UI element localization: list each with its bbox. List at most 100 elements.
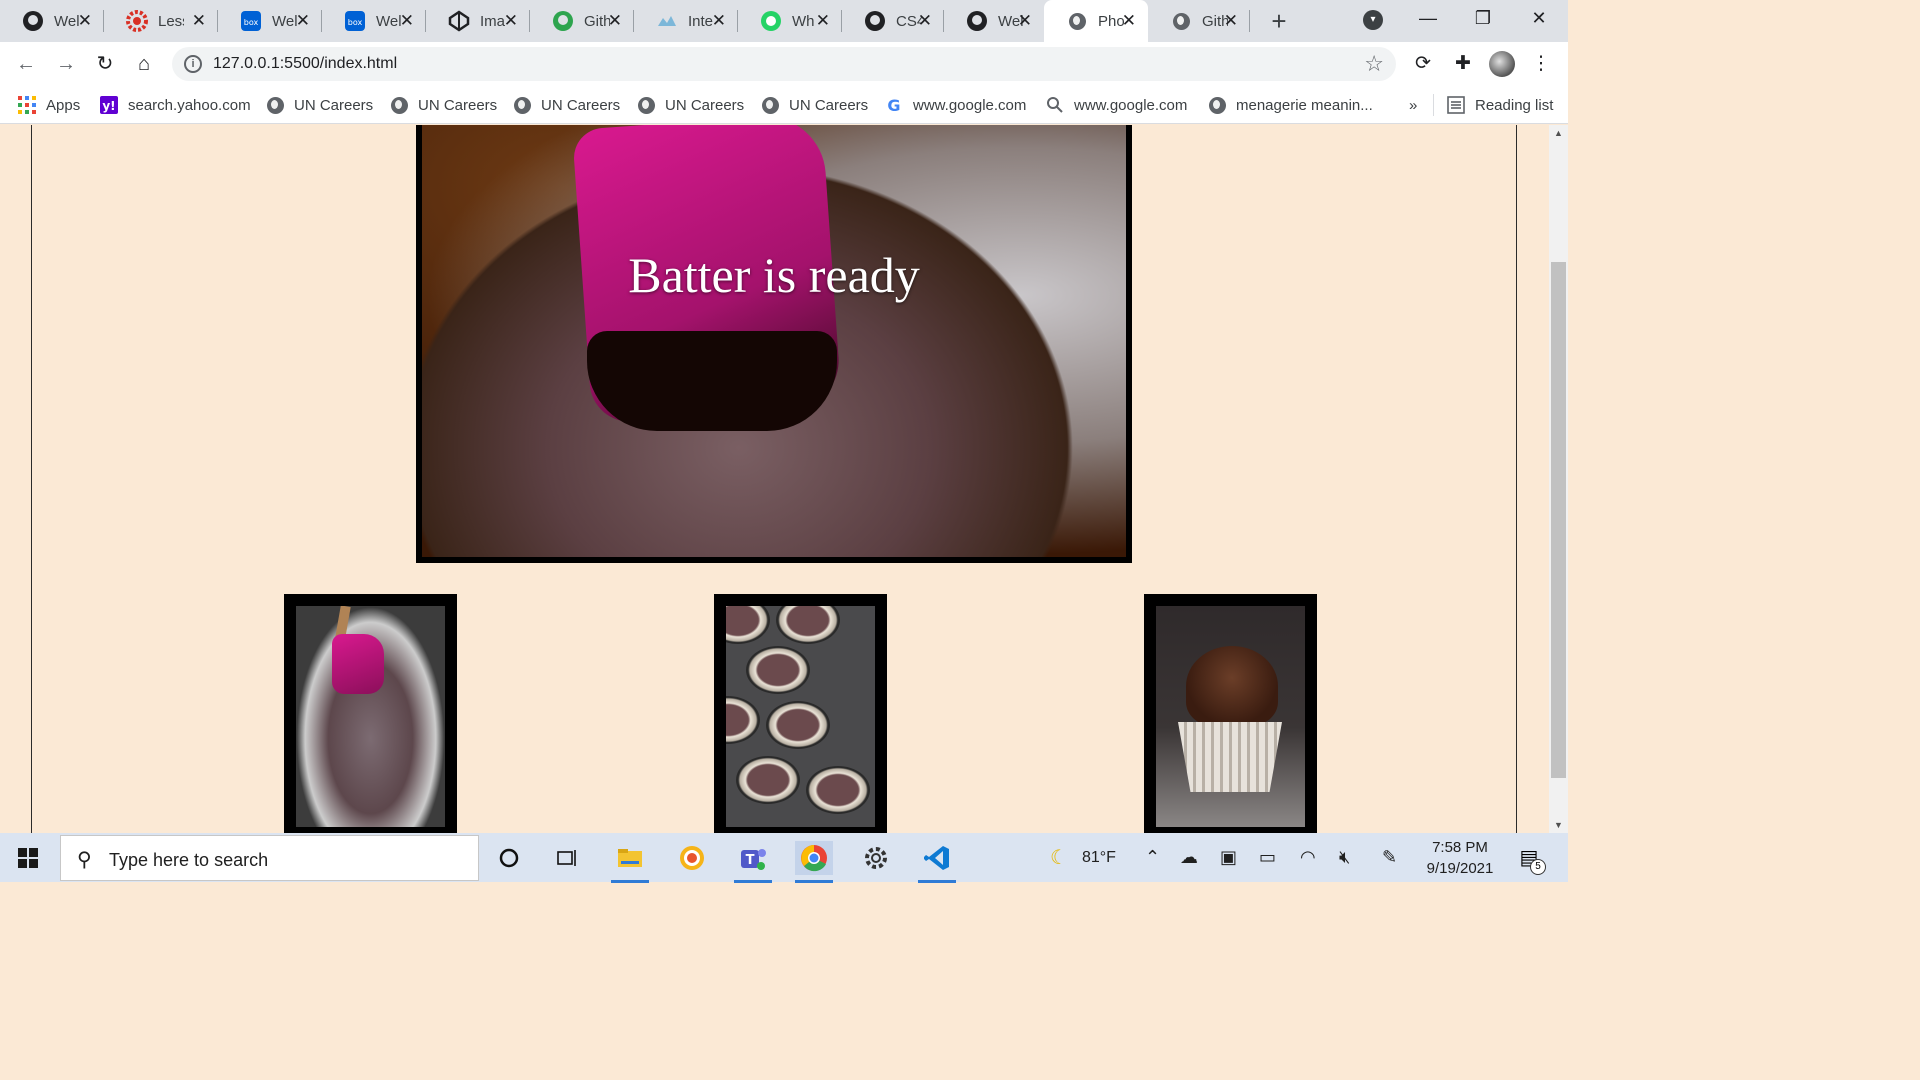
bookmark-un-careers[interactable]: UN Careers (761, 94, 868, 116)
brave-browser-icon[interactable] (673, 841, 711, 875)
reload-button[interactable]: ↻ (91, 50, 119, 78)
bookmarks-overflow-button[interactable]: » (1409, 94, 1417, 116)
wifi-icon[interactable]: ◠ (1300, 833, 1316, 882)
tab-8[interactable]: CS4 ✕ (842, 0, 944, 42)
onedrive-icon[interactable]: ☁ (1180, 833, 1198, 882)
bookmark-apps[interactable]: Apps (18, 94, 80, 116)
bookmark-star-icon[interactable]: ☆ (1364, 51, 1384, 77)
globe-icon (637, 96, 655, 114)
tab-0[interactable]: Wel ✕ (0, 0, 104, 42)
tab-3[interactable]: box Wel ✕ (322, 0, 426, 42)
close-icon[interactable]: ✕ (504, 11, 518, 31)
scroll-up-arrow[interactable]: ▲ (1553, 128, 1564, 138)
close-icon[interactable]: ✕ (192, 11, 206, 31)
bookmark-un-careers[interactable]: UN Careers (513, 94, 620, 116)
tab-6[interactable]: Inte ✕ (634, 0, 738, 42)
task-view-icon[interactable] (549, 841, 587, 875)
hero-image-batter: Batter is ready (422, 125, 1126, 557)
reading-list-label: Reading list (1475, 96, 1554, 114)
temperature-text: 81°F (1081, 848, 1116, 866)
box-icon: box (344, 10, 366, 32)
restore-button[interactable]: ❐ (1463, 8, 1503, 34)
thumbnail-cupcake-tray[interactable] (714, 594, 887, 833)
bookmark-un-careers[interactable]: UN Careers (637, 94, 744, 116)
bookmark-un-careers[interactable]: UN Careers (390, 94, 497, 116)
github-icon (966, 10, 988, 32)
cortana-icon[interactable] (490, 841, 528, 875)
tab-1[interactable]: Less ✕ (104, 0, 218, 42)
volume-muted-icon[interactable]: 🔇︎ (1339, 833, 1350, 882)
info-icon[interactable]: i (184, 55, 202, 73)
settings-gear-icon[interactable] (857, 841, 895, 875)
address-bar[interactable]: i 127.0.0.1:5500/index.html ☆ (172, 47, 1396, 81)
chrome-icon[interactable] (795, 841, 833, 883)
tab-7[interactable]: Wh ✕ (738, 0, 842, 42)
weather-widget[interactable]: ☾ 81°F (1050, 833, 1116, 882)
tab-5[interactable]: Gith ✕ (530, 0, 634, 42)
taskbar-clock[interactable]: 7:58 PM 9/19/2021 (1420, 837, 1500, 879)
github-icon (22, 10, 44, 32)
thumbnail-image[interactable] (1156, 606, 1305, 827)
new-tab-button[interactable]: + (1265, 7, 1293, 35)
back-button[interactable]: ← (12, 50, 40, 78)
scrollbar-thumb[interactable] (1551, 262, 1566, 778)
close-icon[interactable]: ✕ (1122, 11, 1136, 31)
teams-icon[interactable]: T (734, 841, 772, 883)
close-icon[interactable]: ✕ (296, 11, 310, 31)
bookmarks-divider (1433, 94, 1434, 116)
close-window-button[interactable]: ✕ (1519, 8, 1559, 34)
time-text: 7:58 PM (1432, 839, 1488, 856)
battery-icon[interactable]: ▭ (1259, 833, 1276, 882)
bookmark-google[interactable]: G www.google.com (885, 94, 1026, 116)
menu-icon[interactable]: ⋮ (1529, 52, 1553, 76)
close-icon[interactable]: ✕ (400, 11, 414, 31)
home-button[interactable]: ⌂ (130, 50, 158, 78)
close-icon[interactable]: ✕ (816, 11, 830, 31)
windows-start-icon[interactable] (18, 848, 38, 868)
file-explorer-icon[interactable] (611, 841, 649, 883)
tab-11[interactable]: Gith ✕ (1148, 0, 1250, 42)
close-icon[interactable]: ✕ (78, 11, 92, 31)
tab-label: Ima (480, 12, 506, 30)
bookmark-un-careers[interactable]: UN Careers (266, 94, 373, 116)
red-gear-icon (126, 10, 148, 32)
bookmark-menagerie[interactable]: menagerie meanin... (1208, 94, 1373, 116)
reading-list-button[interactable]: Reading list (1447, 94, 1553, 116)
thumbnail-image[interactable] (726, 606, 875, 827)
tab-search-icon[interactable]: ▾ (1363, 10, 1383, 30)
display-icon[interactable]: ▣ (1220, 833, 1237, 882)
extensions-icon[interactable]: ✚ (1451, 52, 1475, 76)
notifications-icon[interactable]: ▤ 5 (1516, 845, 1546, 875)
close-icon[interactable]: ✕ (918, 11, 932, 31)
pen-icon[interactable]: ✎ (1382, 833, 1397, 882)
tab-2[interactable]: box Wel ✕ (218, 0, 322, 42)
page-content: Batter is ready (0, 125, 1549, 833)
close-icon[interactable]: ✕ (1224, 11, 1238, 31)
tab-9[interactable]: Wel ✕ (944, 0, 1044, 42)
bookmark-yahoo[interactable]: y! search.yahoo.com (100, 94, 251, 116)
thumbnail-image[interactable] (296, 606, 445, 827)
svg-text:G: G (887, 96, 900, 114)
show-hidden-icons-icon[interactable]: ⌃ (1145, 833, 1160, 882)
page-scrollbar[interactable]: ▲ ▼ (1549, 125, 1568, 833)
close-icon[interactable]: ✕ (1018, 11, 1032, 31)
thumbnail-frosted-cupcake[interactable] (1144, 594, 1317, 833)
globe-icon (513, 96, 531, 114)
svg-text:box: box (244, 18, 259, 27)
profile-avatar[interactable] (1489, 51, 1515, 77)
bookmark-google-search[interactable]: www.google.com (1046, 94, 1187, 116)
minimize-button[interactable]: — (1408, 8, 1448, 34)
tab-10-active[interactable]: Pho ✕ (1044, 0, 1148, 42)
vscode-icon[interactable] (918, 841, 956, 883)
forward-button[interactable]: → (52, 50, 80, 78)
taskbar-search-box[interactable]: ⚲ Type here to search (60, 835, 479, 881)
close-icon[interactable]: ✕ (608, 11, 622, 31)
bookmark-label: UN Careers (418, 96, 498, 114)
close-icon[interactable]: ✕ (712, 11, 726, 31)
tab-label: Less (158, 12, 184, 30)
url-text[interactable]: 127.0.0.1:5500/index.html (213, 55, 397, 73)
sync-icon[interactable]: ⟳ (1411, 52, 1435, 76)
scroll-down-arrow[interactable]: ▼ (1553, 820, 1564, 830)
tab-4[interactable]: Ima ✕ (426, 0, 530, 42)
thumbnail-batter-bowl[interactable] (284, 594, 457, 833)
